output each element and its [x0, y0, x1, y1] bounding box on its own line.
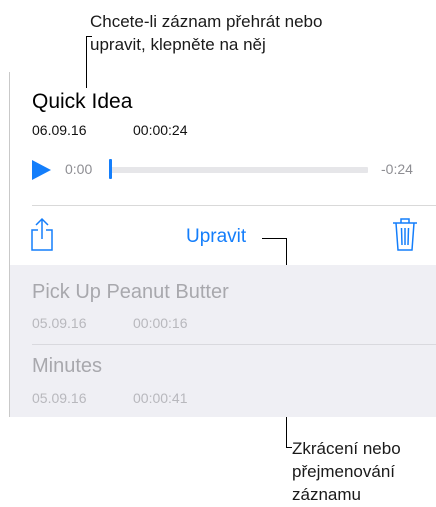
callout-line: Zkrácení nebo: [292, 439, 401, 458]
recording-duration: 00:00:16: [133, 315, 188, 331]
list-item[interactable]: Pick Up Peanut Butter 05.09.16 00:00:16: [10, 265, 436, 345]
callout-trim-rename: Zkrácení nebo přejmenování záznamu: [292, 437, 432, 506]
divider: [32, 205, 436, 206]
trash-icon[interactable]: [392, 217, 418, 251]
recording-date: 06.09.16: [32, 122, 87, 138]
time-remaining: -0:24: [381, 161, 413, 177]
callout-line: upravit, klepněte na něj: [90, 35, 266, 54]
scrubber-track[interactable]: [110, 167, 368, 173]
callout-leader-edit-h: [262, 238, 286, 239]
recordings-list: Pick Up Peanut Butter 05.09.16 00:00:16 …: [10, 265, 436, 417]
callout-play-edit: Chcete-li záznam přehrát nebo upravit, k…: [90, 10, 420, 56]
recording-duration: 00:00:24: [133, 122, 188, 138]
callout-leader-top: [86, 36, 87, 88]
list-item[interactable]: Minutes 05.09.16 00:00:41: [10, 345, 436, 421]
recording-title[interactable]: Quick Idea: [32, 90, 132, 114]
recording-title: Minutes: [32, 355, 103, 377]
recording-title: Pick Up Peanut Butter: [32, 281, 229, 303]
callout-line: záznamu: [292, 485, 361, 504]
time-elapsed: 0:00: [65, 161, 93, 177]
callout-leader-top-tick: [86, 36, 92, 37]
recording-date: 05.09.16: [32, 315, 87, 331]
recording-duration: 00:00:41: [133, 390, 188, 406]
callout-line: přejmenování: [292, 462, 396, 481]
share-icon[interactable]: [30, 217, 54, 251]
recording-date: 05.09.16: [32, 390, 87, 406]
edit-button[interactable]: Upravit: [186, 226, 246, 248]
callout-line: Chcete-li záznam přehrát nebo: [90, 12, 323, 31]
play-icon[interactable]: [30, 159, 52, 181]
scrubber-handle[interactable]: [109, 159, 112, 179]
